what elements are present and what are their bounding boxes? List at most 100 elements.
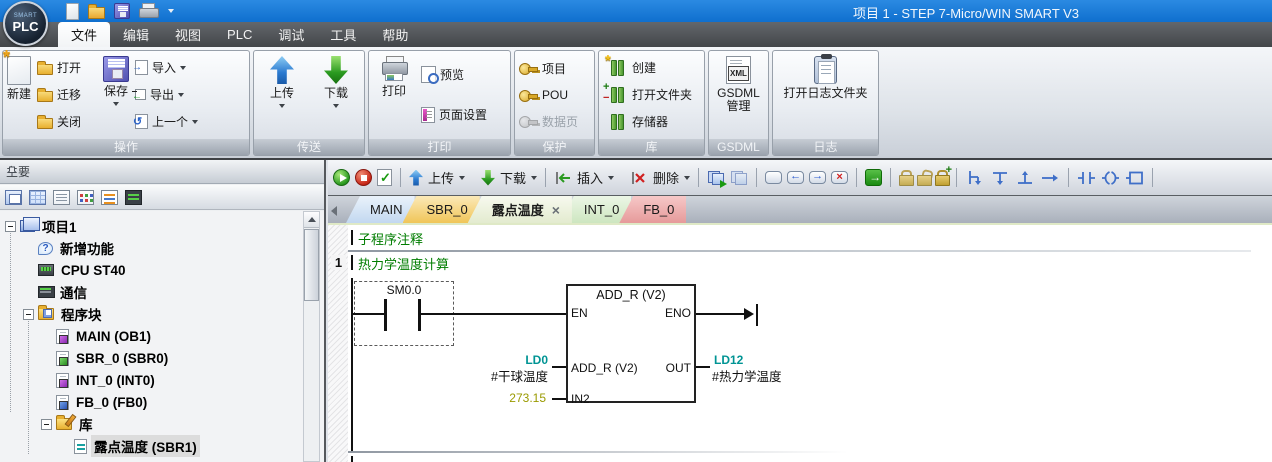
insert-branch-down-icon[interactable] [965, 169, 985, 187]
upload-label[interactable]: 上传 [428, 168, 454, 187]
compile-icon[interactable] [377, 169, 392, 186]
scrollbar-thumb[interactable] [304, 229, 319, 301]
tree-scrollbar[interactable] [303, 211, 320, 462]
remove-bookmarks-icon[interactable] [831, 171, 848, 184]
insert-label[interactable]: 插入 [577, 168, 603, 187]
collapse-icon[interactable] [41, 419, 52, 430]
unlock-icon[interactable] [917, 170, 930, 186]
in2-value[interactable]: 273.15 [448, 391, 546, 405]
download-button[interactable]: 下载 [322, 53, 350, 136]
export-button[interactable]: 导出 [133, 85, 219, 104]
upload-icon[interactable] [409, 170, 423, 186]
communications-icon[interactable] [125, 190, 142, 205]
insert-dropdown-icon[interactable] [608, 176, 614, 180]
upload-dropdown-icon[interactable] [279, 104, 285, 108]
insert-coil-icon[interactable] [1101, 170, 1120, 186]
previous-dropdown-icon[interactable] [192, 120, 198, 124]
close-button[interactable]: 关闭 [35, 112, 99, 131]
customize-quick-access-icon[interactable] [168, 9, 174, 13]
menu-help[interactable]: 帮助 [369, 22, 421, 47]
tree-item-fb0[interactable]: FB_0 (FB0) [0, 391, 324, 413]
import-button[interactable]: 导入 [133, 58, 219, 77]
protect-project-button[interactable]: 项目 [517, 59, 592, 78]
collapse-icon[interactable] [23, 309, 34, 320]
download-label[interactable]: 下载 [500, 168, 526, 187]
import-dropdown-icon[interactable] [180, 66, 186, 70]
new-file-icon[interactable] [66, 3, 79, 20]
symbol-table-icon[interactable] [29, 190, 46, 205]
delete-row-icon[interactable] [630, 170, 648, 186]
tree-item-whats-new[interactable]: 新增功能 [0, 237, 324, 259]
download-icon[interactable] [481, 170, 495, 186]
tree-item-library[interactable]: 库 [0, 413, 324, 435]
contact-bar-left[interactable] [384, 299, 387, 331]
tree-item-project[interactable]: 项目1 [0, 215, 324, 237]
lock-icon[interactable] [899, 170, 912, 186]
save-dropdown-icon[interactable] [113, 102, 119, 106]
print-icon[interactable] [139, 5, 157, 19]
delete-dropdown-icon[interactable] [684, 176, 690, 180]
toggle-bookmark-icon[interactable] [765, 171, 782, 184]
open-button[interactable]: 打开 [35, 58, 99, 77]
pou-comment[interactable]: 子程序注释 [358, 229, 423, 248]
program-status-off-icon[interactable] [730, 170, 748, 186]
stop-icon[interactable] [355, 169, 372, 186]
menu-edit[interactable]: 编辑 [110, 22, 162, 47]
previous-bookmark-icon[interactable] [787, 171, 804, 184]
insert-contact-icon[interactable] [1077, 170, 1096, 186]
delete-label[interactable]: 删除 [653, 168, 679, 187]
scroll-up-icon[interactable] [304, 212, 319, 228]
contact-bar-right[interactable] [418, 299, 421, 331]
close-tab-icon[interactable]: × [550, 203, 562, 217]
save-button[interactable]: 保存 [101, 53, 131, 136]
lock-add-icon[interactable] [935, 170, 948, 186]
ladder-canvas[interactable]: 子程序注释 1 热力学温度计算 SM0.0 ADD_R (V2) EN ENO … [328, 225, 1272, 462]
tab-scroll-left-icon[interactable] [331, 206, 337, 216]
upload-dropdown-icon[interactable] [459, 176, 465, 180]
tree-item-dew-point-sbr1[interactable]: 露点温度 (SBR1) [0, 435, 324, 457]
gsdml-manage-button[interactable]: XML GSDML 管理 [712, 53, 766, 136]
tree-item-sbr0[interactable]: SBR_0 (SBR0) [0, 347, 324, 369]
print-button[interactable]: 打印 [371, 53, 417, 136]
download-dropdown-icon[interactable] [531, 176, 537, 180]
tab-main[interactable]: MAIN [346, 196, 415, 223]
tree-item-cpu[interactable]: CPU ST40 [0, 259, 324, 281]
export-dropdown-icon[interactable] [178, 93, 184, 97]
library-open-folder-button[interactable]: 打开文件夹 [609, 85, 702, 104]
previous-button[interactable]: 上一个 [133, 112, 219, 131]
page-setup-button[interactable]: 页面设置 [419, 105, 489, 124]
app-logo[interactable]: SMART PLC [3, 1, 48, 46]
tree-item-communication[interactable]: 通信 [0, 281, 324, 303]
collapse-icon[interactable] [5, 221, 16, 232]
line-right-icon[interactable] [1040, 169, 1060, 187]
cross-reference-icon[interactable] [101, 190, 118, 205]
out-address[interactable]: LD12 [714, 353, 743, 367]
protect-pou-button[interactable]: POU [517, 87, 592, 103]
library-memory-button[interactable]: 存储器 [609, 112, 702, 131]
status-chart-icon[interactable] [53, 190, 70, 205]
program-status-on-icon[interactable] [707, 170, 725, 186]
project-view-icon[interactable] [5, 190, 22, 205]
open-folder-icon[interactable] [88, 7, 105, 19]
menu-tools[interactable]: 工具 [317, 22, 369, 47]
tree-item-int0[interactable]: INT_0 (INT0) [0, 369, 324, 391]
migrate-button[interactable]: 迁移 [35, 85, 99, 104]
menu-file[interactable]: 文件 [58, 22, 110, 47]
pin-icon[interactable] [6, 166, 18, 178]
menu-view[interactable]: 视图 [162, 22, 214, 47]
in1-symbol[interactable]: #干球温度 [428, 366, 548, 385]
new-button[interactable]: 新建 [5, 53, 33, 136]
out-symbol[interactable]: #热力学温度 [712, 366, 781, 385]
menu-debug[interactable]: 调试 [265, 22, 317, 47]
menu-plc[interactable]: PLC [214, 22, 265, 47]
goto-next-icon[interactable] [865, 169, 882, 186]
data-block-icon[interactable] [77, 190, 94, 205]
run-icon[interactable] [333, 169, 350, 186]
tree-item-main-ob1[interactable]: MAIN (OB1) [0, 325, 324, 347]
download-dropdown-icon[interactable] [333, 104, 339, 108]
insert-row-icon[interactable] [554, 170, 572, 186]
preview-button[interactable]: 预览 [419, 65, 489, 84]
next-bookmark-icon[interactable] [809, 171, 826, 184]
tree-item-program-block[interactable]: 程序块 [0, 303, 324, 325]
contact-operand[interactable]: SM0.0 [354, 283, 454, 297]
